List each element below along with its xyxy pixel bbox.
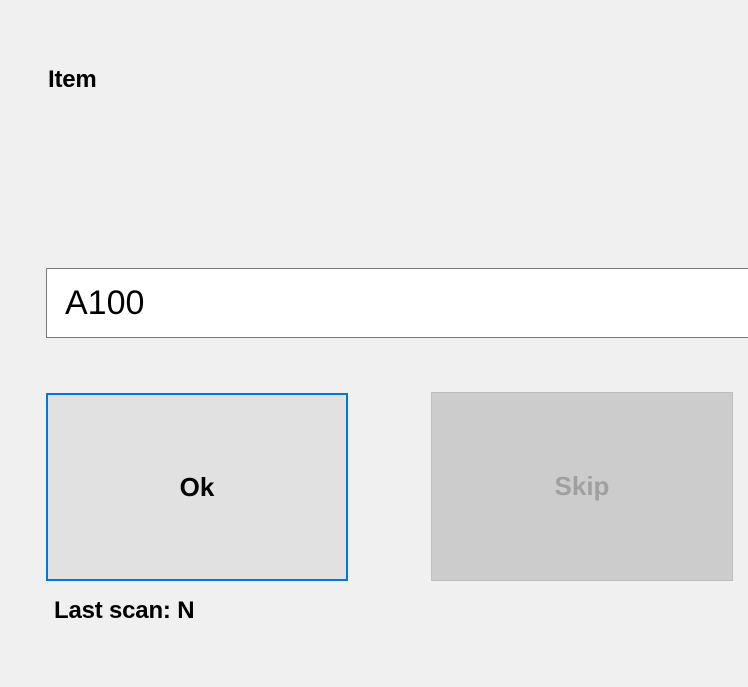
ok-button[interactable]: Ok [46,393,348,581]
skip-button-label: Skip [554,471,610,501]
ok-button-label: Ok [179,471,215,502]
last-scan-status: Last scan: N [54,597,195,625]
last-scan-value: N [177,597,195,624]
skip-button: Skip [431,392,733,581]
item-label: Item [48,66,97,93]
last-scan-label: Last scan: [54,597,171,624]
scan-dialog: Item Ok Skip Last scan: N [0,0,748,687]
item-input[interactable] [46,268,748,338]
